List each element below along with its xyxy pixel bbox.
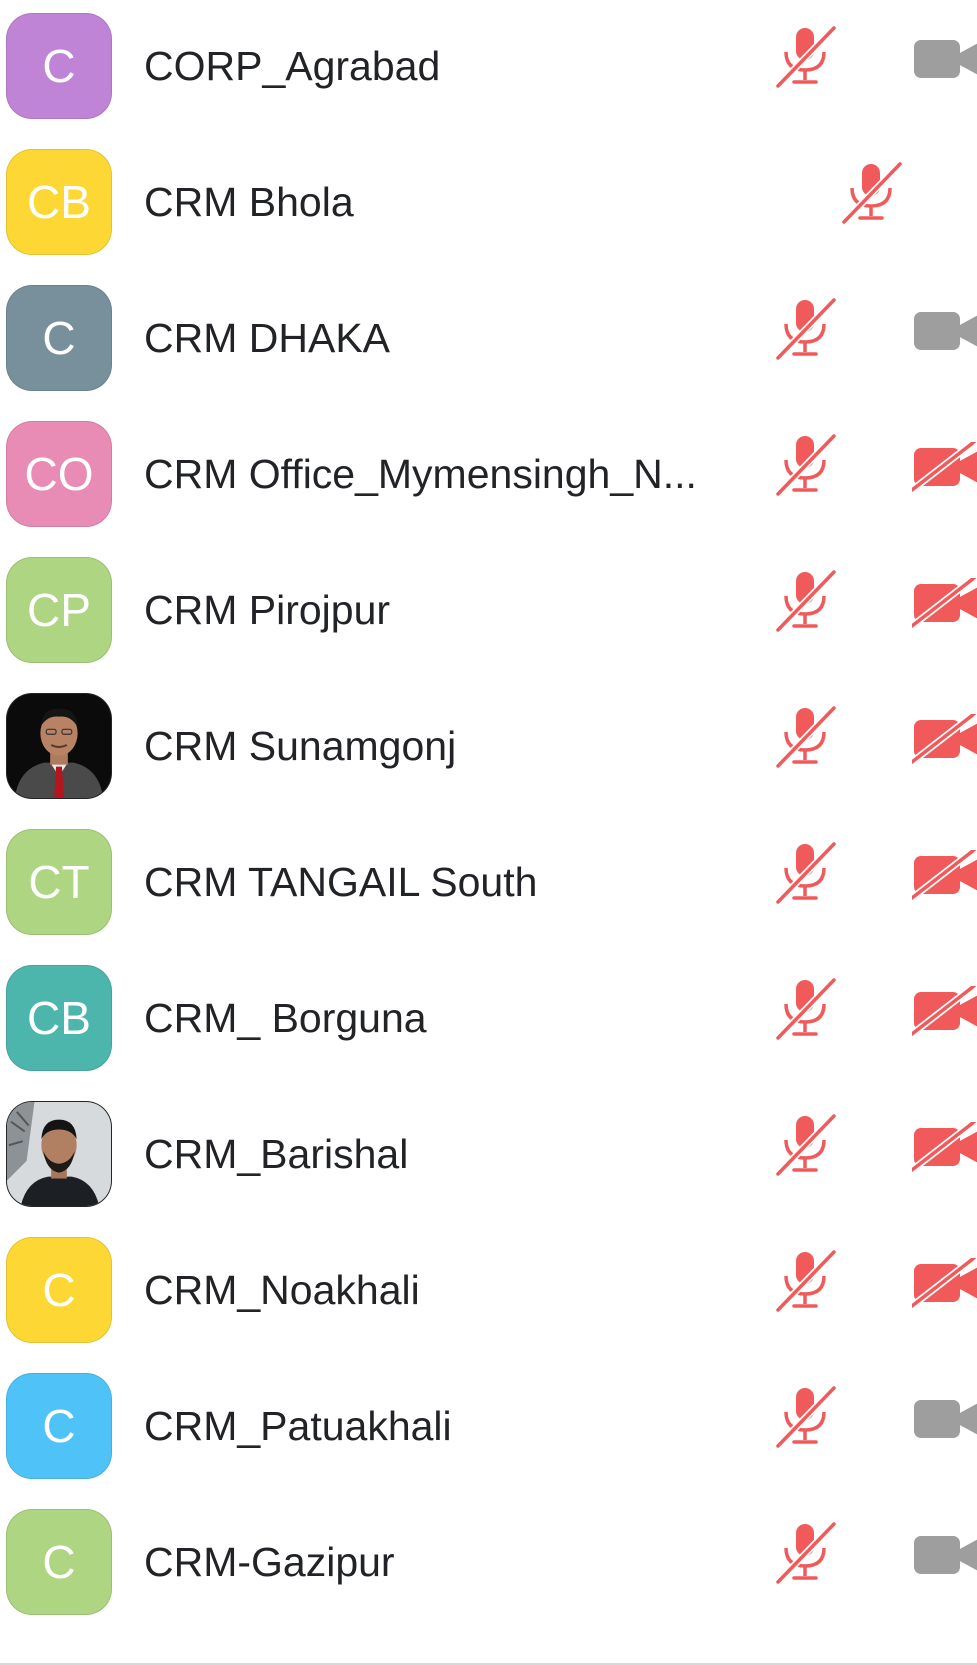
avatar: C — [6, 285, 112, 391]
mic-muted-icon — [772, 976, 838, 1042]
mic-muted-icon — [772, 296, 838, 362]
avatar: C — [6, 1509, 112, 1615]
participant-name: CRM_Patuakhali — [144, 1403, 452, 1449]
avatar-initials: C — [42, 312, 76, 364]
avatar — [6, 1101, 112, 1207]
participant-name: CRM TANGAIL South — [144, 859, 538, 905]
participant-list: C CORP_Agrabad CB CRM Bhola C CRM DHAKA CO CRM … — [0, 0, 977, 1665]
mic-muted-icon — [772, 568, 838, 634]
mic-muted-icon — [772, 1248, 838, 1314]
avatar: CP — [6, 557, 112, 663]
avatar — [6, 693, 112, 799]
participant-row[interactable]: CT CRM TANGAIL South — [0, 816, 977, 960]
avatar: C — [6, 13, 112, 119]
video-camera-off-icon — [909, 847, 977, 901]
mic-muted-icon — [772, 1384, 838, 1450]
video-camera-off-icon — [909, 575, 977, 629]
participant-row[interactable]: C CRM DHAKA — [0, 272, 977, 416]
avatar-initials: CB — [27, 176, 91, 228]
avatar-initials: C — [42, 1536, 76, 1588]
avatar: CO — [6, 421, 112, 527]
avatar-initials: C — [42, 1400, 76, 1452]
participant-name: CORP_Agrabad — [144, 43, 441, 89]
video-camera-icon — [912, 34, 977, 84]
mic-muted-icon — [772, 840, 838, 906]
participant-name: CRM Pirojpur — [144, 587, 391, 633]
avatar: CB — [6, 149, 112, 255]
participant-row[interactable]: CB CRM Bhola — [0, 136, 977, 280]
participant-row[interactable]: C CRM-Gazipur — [0, 1496, 977, 1640]
participant-name: CRM Sunamgonj — [144, 723, 457, 769]
participant-name: CRM-Gazipur — [144, 1539, 395, 1585]
video-camera-icon — [912, 1394, 977, 1444]
participant-row[interactable]: CRM_Barishal — [0, 1088, 977, 1232]
participant-row[interactable]: CB CRM_ Borguna — [0, 952, 977, 1096]
avatar: CB — [6, 965, 112, 1071]
video-camera-off-icon — [909, 711, 977, 765]
mic-muted-icon — [838, 160, 904, 226]
avatar-initials: C — [42, 1264, 76, 1316]
avatar-initials: CO — [24, 448, 94, 500]
video-camera-off-icon — [909, 439, 977, 493]
mic-muted-icon — [772, 1112, 838, 1178]
mic-muted-icon — [772, 24, 838, 90]
participant-name: CRM_Noakhali — [144, 1267, 420, 1313]
participant-row[interactable]: CO CRM Office_Mymensingh_N... — [0, 408, 977, 552]
participant-name: CRM_ Borguna — [144, 995, 427, 1041]
avatar-initials: C — [42, 40, 76, 92]
participant-name: CRM DHAKA — [144, 315, 391, 361]
participant-row[interactable]: C CRM_Patuakhali — [0, 1360, 977, 1504]
avatar: C — [6, 1237, 112, 1343]
video-camera-off-icon — [909, 1255, 977, 1309]
video-camera-icon — [912, 1530, 977, 1580]
participant-row[interactable]: CP CRM Pirojpur — [0, 544, 977, 688]
avatar: CT — [6, 829, 112, 935]
mic-muted-icon — [772, 704, 838, 770]
avatar: C — [6, 1373, 112, 1479]
participant-row[interactable]: C CORP_Agrabad — [0, 0, 977, 144]
video-camera-icon — [912, 306, 977, 356]
video-camera-off-icon — [909, 1119, 977, 1173]
participant-name: CRM Bhola — [144, 179, 354, 225]
participant-row[interactable]: CRM Sunamgonj — [0, 680, 977, 824]
avatar-initials: CB — [27, 992, 91, 1044]
avatar-initials: CT — [28, 856, 90, 908]
participant-row[interactable]: C CRM_Noakhali — [0, 1224, 977, 1368]
participant-name: CRM_Barishal — [144, 1131, 409, 1177]
mic-muted-icon — [772, 1520, 838, 1586]
mic-muted-icon — [772, 432, 838, 498]
video-camera-off-icon — [909, 983, 977, 1037]
avatar-initials: CP — [27, 584, 91, 636]
participant-name: CRM Office_Mymensingh_N... — [144, 451, 697, 497]
